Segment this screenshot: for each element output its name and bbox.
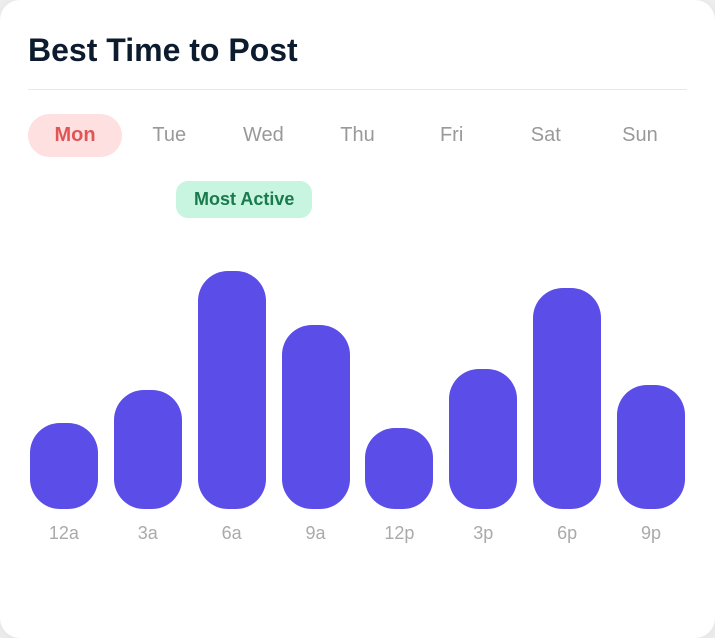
bar	[114, 390, 182, 509]
page-title: Best Time to Post	[28, 32, 687, 69]
x-label: 9p	[615, 523, 687, 544]
bar	[198, 271, 266, 509]
bar-wrap	[531, 239, 603, 509]
day-tab-thu[interactable]: Thu	[310, 114, 404, 157]
divider	[28, 89, 687, 90]
bar-wrap	[447, 239, 519, 509]
day-tab-wed[interactable]: Wed	[216, 114, 310, 157]
bar	[533, 288, 601, 509]
day-tab-fri[interactable]: Fri	[405, 114, 499, 157]
bar-wrap	[112, 239, 184, 509]
x-label: 3p	[447, 523, 519, 544]
x-label: 3a	[112, 523, 184, 544]
bar	[365, 428, 433, 509]
bar	[449, 369, 517, 509]
day-tab-mon[interactable]: Mon	[28, 114, 122, 157]
x-labels: 12a 3a 6a 9a 12p 3p 6p 9p	[28, 523, 687, 544]
bar	[30, 423, 98, 509]
x-label: 6p	[531, 523, 603, 544]
day-tab-sun[interactable]: Sun	[593, 114, 687, 157]
card: Best Time to Post MonTueWedThuFriSatSun …	[0, 0, 715, 638]
day-tabs: MonTueWedThuFriSatSun	[28, 114, 687, 157]
bar	[617, 385, 685, 509]
x-label: 12a	[28, 523, 100, 544]
day-tab-tue[interactable]: Tue	[122, 114, 216, 157]
chart-area: Most Active 12a3a6a9a12p3p6p9p	[28, 189, 687, 610]
x-label: 9a	[280, 523, 352, 544]
bar-wrap	[28, 239, 100, 509]
bars-container	[28, 189, 687, 509]
most-active-badge: Most Active	[176, 181, 312, 218]
bar-wrap	[364, 239, 436, 509]
bar-wrap	[615, 239, 687, 509]
bar	[282, 325, 350, 509]
day-tab-sat[interactable]: Sat	[499, 114, 593, 157]
bar-wrap	[280, 239, 352, 509]
bar-wrap	[196, 239, 268, 509]
x-label: 6a	[196, 523, 268, 544]
x-label: 12p	[364, 523, 436, 544]
